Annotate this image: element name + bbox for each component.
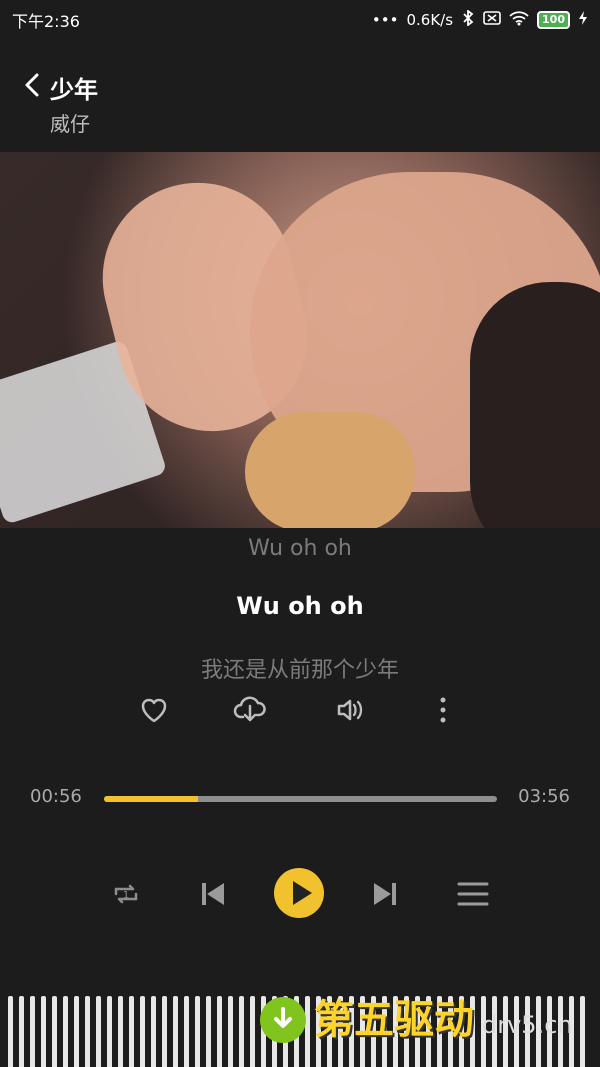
playback-progress: 00:56 03:56 [0,782,600,816]
download-button[interactable] [232,692,268,728]
wifi-icon [509,10,529,30]
charging-icon [578,10,588,30]
battery-level: 100 [537,11,570,29]
sim-off-icon [483,10,501,30]
lyric-current-line: Wu oh oh [236,592,364,620]
repeat-one-button[interactable]: 1 [104,872,148,916]
previous-track-button[interactable] [191,872,235,916]
player-controls: 1 [0,864,600,924]
svg-text:1: 1 [123,890,129,901]
more-options-button[interactable] [425,692,461,728]
cover-kitten-shape [245,412,415,528]
bluetooth-icon [461,9,475,30]
status-time: 下午2:36 [12,12,80,31]
visualizer-bar [195,996,200,1067]
visualizer-bar [580,996,585,1067]
total-time: 03:56 [518,786,570,807]
watermark-main-text: 第五驱动 [314,997,474,1043]
visualizer-bar [162,996,167,1067]
visualizer-bar [52,996,57,1067]
visualizer-bar [129,996,134,1067]
download-arrow-icon [260,997,306,1043]
visualizer-bar [217,996,222,1067]
lyric-previous-line: Wu oh oh [248,536,352,561]
lyric-next-line: 我还是从前那个少年 [200,658,399,683]
site-watermark: 第五驱动 drv5.cn [260,997,573,1043]
visualizer-bar [228,996,233,1067]
song-actions [0,692,600,732]
cover-hair-shape [470,282,600,528]
visualizer-bar [107,996,112,1067]
progress-slider[interactable] [104,796,497,802]
volume-button[interactable] [331,692,367,728]
song-title: 少年 [50,76,98,104]
visualizer-bar [151,996,156,1067]
playlist-button[interactable] [451,872,495,916]
status-indicators: ••• 0.6K/s 100 [371,9,588,30]
visualizer-bar [250,996,255,1067]
visualizer-bar [239,996,244,1067]
current-time: 00:56 [30,786,82,807]
visualizer-bar [19,996,24,1067]
visualizer-bar [63,996,68,1067]
visualizer-bar [30,996,35,1067]
status-bar: 下午2:36 ••• 0.6K/s 100 [0,0,600,40]
more-status-icon: ••• [371,11,399,29]
network-speed: 0.6K/s [406,11,454,29]
visualizer-bar [41,996,46,1067]
progress-fill [104,796,199,802]
watermark-sub-text: drv5.cn [482,1011,573,1039]
visualizer-bar [206,996,211,1067]
visualizer-bar [85,996,90,1067]
artist-name: 威仔 [50,112,90,136]
song-header: 少年 威仔 [0,60,600,150]
visualizer-bar [8,996,13,1067]
album-cover [0,152,600,528]
play-button[interactable] [272,866,326,920]
visualizer-bar [140,996,145,1067]
visualizer-bar [173,996,178,1067]
like-button[interactable] [136,692,172,728]
visualizer-bar [184,996,189,1067]
visualizer-bar [118,996,123,1067]
visualizer-bar [74,996,79,1067]
visualizer-bar [96,996,101,1067]
next-track-button[interactable] [363,872,407,916]
back-button[interactable] [18,70,48,100]
